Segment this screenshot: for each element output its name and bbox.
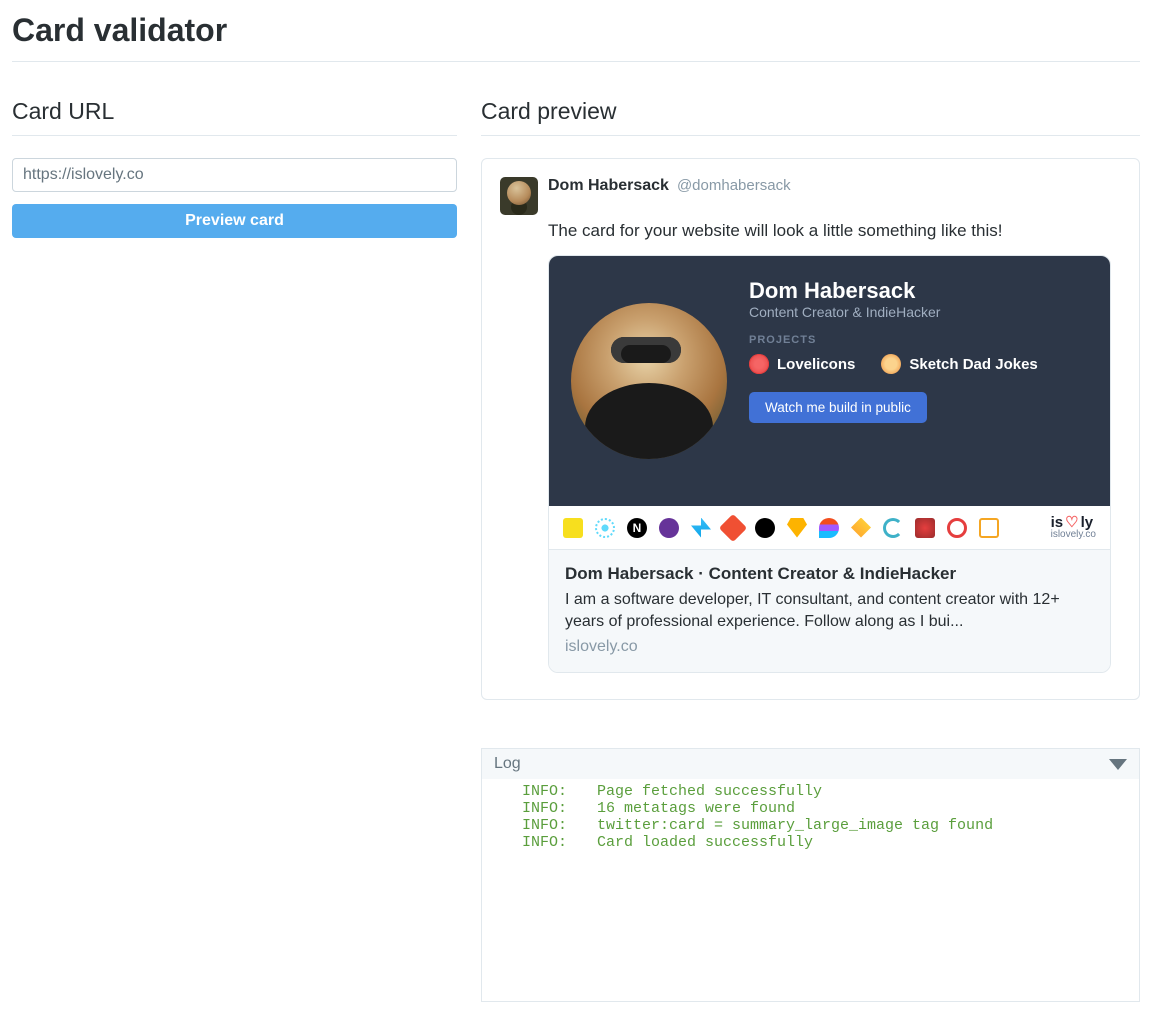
sketch-dad-jokes-icon: [881, 354, 901, 374]
card-url-heading: Card URL: [12, 98, 457, 136]
islovely-logo: is ♡ ly: [1051, 515, 1096, 530]
tool-icon: [851, 518, 871, 538]
chevron-down-icon: [1109, 759, 1127, 770]
javascript-icon: [563, 518, 583, 538]
tailwind-icon: [691, 518, 711, 538]
card-title: Dom Habersack · Content Creator & IndieH…: [565, 564, 1094, 584]
summary-card[interactable]: Dom Habersack Content Creator & IndieHac…: [548, 255, 1111, 673]
nextjs-icon: N: [627, 518, 647, 538]
lovelicons-icon: [749, 354, 769, 374]
card-domain: islovely.co: [565, 638, 1094, 656]
sketch-icon: [787, 518, 807, 538]
preview-card-button[interactable]: Preview card: [12, 204, 457, 238]
log-line: INFO: twitter:card = summary_large_image…: [522, 817, 1139, 834]
hero-avatar: [571, 303, 727, 459]
author-avatar: [500, 177, 538, 215]
brand-domain: islovely.co: [1051, 530, 1096, 540]
git-icon: [719, 513, 747, 541]
heart-icon: ♡: [1065, 515, 1078, 530]
gatsby-icon: [659, 518, 679, 538]
hero-cta-button: Watch me build in public: [749, 392, 927, 423]
page-title: Card validator: [12, 12, 1140, 62]
log-body: INFO: Page fetched successfullyINFO: 16 …: [482, 779, 1139, 1001]
tool-icon-3: [915, 518, 935, 538]
log-line: INFO: Page fetched successfully: [522, 783, 1139, 800]
react-icon: [595, 518, 615, 538]
author-name: Dom Habersack: [548, 177, 669, 195]
figma-icon: [819, 518, 839, 538]
hero-name: Dom Habersack: [749, 278, 1096, 304]
project-lovelicons: Lovelicons: [777, 356, 855, 373]
projects-label: PROJECTS: [749, 334, 1096, 346]
log-panel: Log INFO: Page fetched successfullyINFO:…: [481, 748, 1140, 1002]
card-hero-image: Dom Habersack Content Creator & IndieHac…: [549, 256, 1110, 506]
card-preview-heading: Card preview: [481, 98, 1140, 136]
github-icon: [755, 518, 775, 538]
tweet-preview: Dom Habersack @domhabersack The card for…: [481, 158, 1140, 700]
log-title: Log: [494, 755, 521, 773]
card-url-panel: Card URL Preview card: [12, 98, 457, 1002]
tool-icon-5: [979, 518, 999, 538]
hero-role: Content Creator & IndieHacker: [749, 304, 1096, 320]
log-line: INFO: Card loaded successfully: [522, 834, 1139, 851]
log-header[interactable]: Log: [482, 749, 1139, 779]
tech-logo-strip: N is: [549, 506, 1110, 550]
card-description: I am a software developer, IT consultant…: [565, 589, 1094, 632]
log-line: INFO: 16 metatags were found: [522, 800, 1139, 817]
tweet-text: The card for your website will look a li…: [548, 221, 1111, 241]
project-sketch-dad-jokes: Sketch Dad Jokes: [909, 356, 1037, 373]
tool-icon-4: [947, 518, 967, 538]
author-handle: @domhabersack: [677, 177, 791, 194]
card-url-input[interactable]: [12, 158, 457, 192]
tool-icon-2: [883, 518, 903, 538]
